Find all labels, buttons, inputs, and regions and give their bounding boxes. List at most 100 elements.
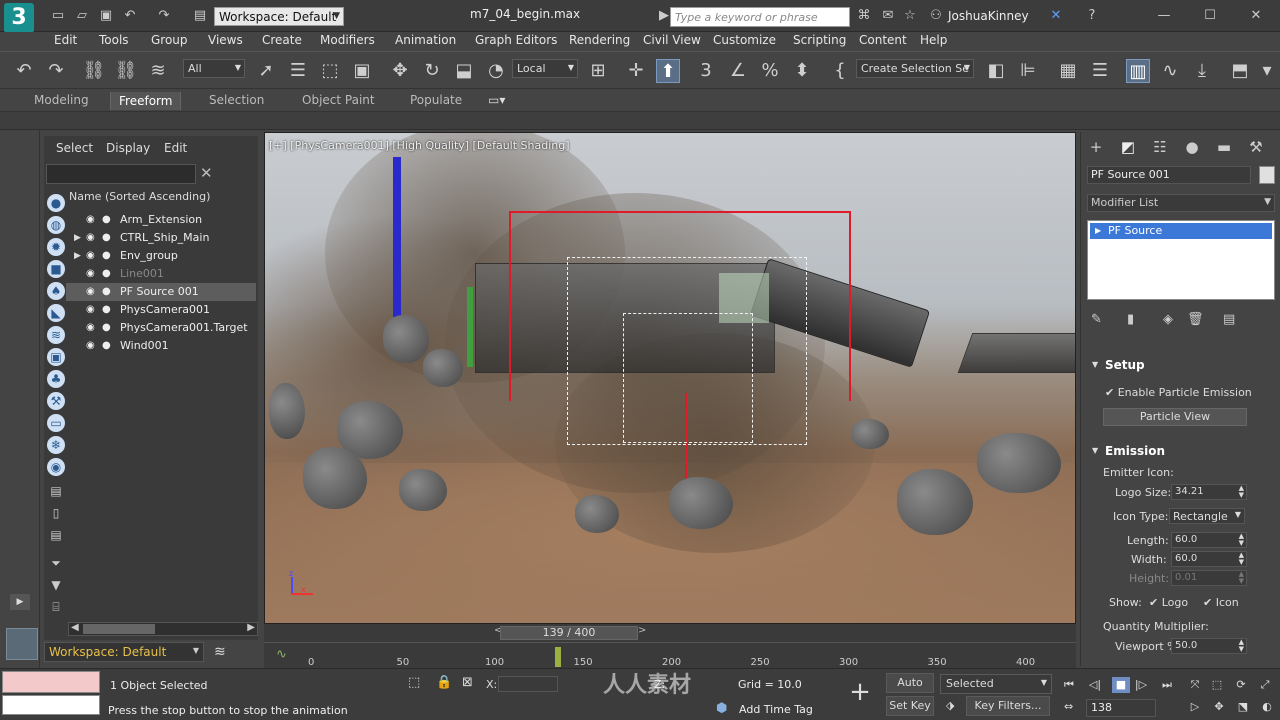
app-logo-icon[interactable]: 3	[4, 3, 34, 33]
select-object-icon[interactable]: ➚	[254, 59, 278, 83]
expand-panel-icon[interactable]: ▶	[10, 594, 30, 610]
auto-key-button[interactable]: Auto Key	[886, 673, 934, 707]
selection-lock-icon[interactable]: 🔒	[436, 675, 452, 690]
length-spinner[interactable]: 60.0 ▲ ▼	[1171, 532, 1247, 548]
explorer-tree-row[interactable]: ◉ ● PhysCamera001.Target	[66, 319, 256, 337]
object-color-swatch[interactable]	[1259, 166, 1275, 184]
menu-scripting[interactable]: Scripting	[793, 33, 846, 47]
new-file-icon[interactable]: ▭	[50, 8, 66, 24]
redo-icon[interactable]: ↷	[44, 59, 68, 83]
spinner-arrows-icon[interactable]: ▲ ▼	[1239, 639, 1244, 653]
add-time-tag[interactable]: Add Time Tag	[739, 703, 813, 716]
emission-rollout-header[interactable]: ▼ Emission	[1089, 442, 1273, 460]
place-icon[interactable]: ◔	[484, 59, 508, 83]
undo-icon[interactable]: ↶	[122, 8, 138, 24]
make-unique-icon[interactable]: ◈	[1163, 312, 1173, 327]
bind-spacewarp-icon[interactable]: ≋	[146, 59, 170, 83]
filter-lights-icon[interactable]: ✹	[47, 238, 65, 256]
visibility-eye-icon[interactable]: ◉	[86, 283, 95, 301]
tab-selection[interactable]: Selection	[209, 93, 264, 107]
menu-rendering[interactable]: Rendering	[569, 33, 630, 47]
modifier-stack[interactable]: ▶ PF Source	[1087, 220, 1275, 300]
project-folder-icon[interactable]: ▤	[192, 8, 208, 24]
next-key-icon[interactable]: |▷	[1132, 677, 1150, 693]
help-icon[interactable]: ?	[1084, 8, 1100, 24]
zoom-extents-icon[interactable]: ⤧	[1186, 677, 1204, 693]
menu-animation[interactable]: Animation	[395, 33, 456, 47]
move-icon[interactable]: ✥	[388, 59, 412, 83]
key-filters-button[interactable]: Key Filters...	[966, 696, 1050, 716]
filter-shapes-icon[interactable]: ◍	[47, 216, 65, 234]
select-manipulate-icon[interactable]: ✛	[624, 59, 648, 83]
explorer-tree-row[interactable]: ◉ ● PF Source 001	[66, 283, 256, 301]
object-name-field[interactable]: PF Source 001	[1087, 166, 1251, 184]
menu-create[interactable]: Create	[262, 33, 302, 47]
workspace-selector-bottom[interactable]: Workspace: Default ▼	[44, 642, 204, 662]
explorer-menu-edit[interactable]: Edit	[164, 141, 187, 155]
current-frame-field[interactable]: 138	[1086, 699, 1156, 717]
particle-view-button[interactable]: Particle View	[1103, 408, 1247, 426]
menu-edit[interactable]: Edit	[54, 33, 77, 47]
layers-icon[interactable]: ≋	[214, 644, 226, 660]
enable-emission-checkbox[interactable]: ✔ Enable Particle Emission	[1105, 386, 1252, 399]
maximize-icon[interactable]: ☐	[1202, 8, 1218, 24]
visibility-eye-icon[interactable]: ◉	[86, 301, 95, 319]
filter-icon[interactable]: ▼	[47, 576, 65, 594]
menu-tools[interactable]: Tools	[99, 33, 129, 47]
filter-xrefs-icon[interactable]: ▣	[47, 348, 65, 366]
explorer-tree-row[interactable]: ◉ ● Wind001	[66, 337, 256, 355]
scroll-right-icon[interactable]: ▶	[247, 622, 255, 633]
setup-rollout-header[interactable]: ▼ Setup	[1089, 356, 1273, 374]
workspace-dropdown[interactable]: Workspace: Default ▼	[214, 7, 344, 26]
set-key-button[interactable]: Set Key	[886, 696, 934, 716]
visibility-eye-icon[interactable]: ◉	[86, 319, 95, 337]
mirror-icon[interactable]: ◧	[984, 59, 1008, 83]
curve-editor-icon[interactable]: ∿	[1158, 59, 1182, 83]
modify-tab-icon[interactable]: ◩	[1117, 138, 1139, 158]
save-icon[interactable]: ▣	[98, 8, 114, 24]
tab-populate[interactable]: Populate	[410, 93, 462, 107]
previous-key-icon[interactable]: ◁|	[1086, 677, 1104, 693]
visibility-eye-icon[interactable]: ◉	[86, 337, 95, 355]
user-name[interactable]: JoshuaKinney	[948, 9, 1029, 23]
tab-object-paint[interactable]: Object Paint	[302, 93, 375, 107]
expand-arrow-icon[interactable]: ▶	[1095, 223, 1101, 239]
minimize-icon[interactable]: —	[1156, 8, 1172, 24]
viewport-label[interactable]: [+] [PhysCamera001] [High Quality] [Defa…	[269, 139, 570, 152]
icon-type-dropdown[interactable]: Rectangle ▼	[1169, 508, 1245, 524]
redo-icon[interactable]: ↷	[156, 8, 172, 24]
page-icon[interactable]: ▯	[47, 504, 65, 522]
maximize-viewport-icon[interactable]: ⤢	[1256, 677, 1274, 693]
walkthrough-icon[interactable]: ⬔	[1234, 699, 1252, 715]
filter-geometry-icon[interactable]: ●	[47, 194, 65, 212]
pan-icon[interactable]: ✥	[1210, 699, 1228, 715]
filter-groups-icon[interactable]: ≋	[47, 326, 65, 344]
modifier-list-dropdown[interactable]: Modifier List ▼	[1087, 194, 1275, 212]
clear-search-icon[interactable]: ✕	[200, 164, 213, 182]
filter-spacewarps-icon[interactable]: ◣	[47, 304, 65, 322]
explorer-tree-row[interactable]: ▶ ◉ ● CTRL_Ship_Main	[66, 229, 256, 247]
viewport-navigation-icon[interactable]: ◐	[1258, 699, 1276, 715]
show-end-result-icon[interactable]: ▮	[1127, 312, 1134, 327]
menu-customize[interactable]: Customize	[713, 33, 776, 47]
go-to-end-icon[interactable]: ⏭	[1158, 677, 1176, 693]
explorer-menu-display[interactable]: Display	[106, 141, 150, 155]
menu-views[interactable]: Views	[208, 33, 243, 47]
filter-containers-icon[interactable]: ⚒	[47, 392, 65, 410]
create-tab-icon[interactable]: +	[1085, 138, 1107, 158]
window-crossing-icon[interactable]: ▣	[350, 59, 374, 83]
spinner-arrows-icon[interactable]: ▲ ▼	[1239, 552, 1244, 566]
time-configuration-icon[interactable]: ▷	[1186, 699, 1204, 715]
filter-frozen-icon[interactable]: ▭	[47, 414, 65, 432]
explorer-tree-row[interactable]: ◉ ● PhysCamera001	[66, 301, 256, 319]
field-of-view-icon[interactable]: ⬚	[1208, 677, 1226, 693]
expand-arrow-icon[interactable]: ▶	[74, 247, 81, 265]
expand-arrow-icon[interactable]: ▶	[74, 229, 81, 247]
filter-hidden-icon[interactable]: ❄	[47, 436, 65, 454]
coord-x-field[interactable]	[498, 676, 558, 692]
undo-icon[interactable]: ↶	[12, 59, 36, 83]
filter-bones-icon[interactable]: ♣	[47, 370, 65, 388]
orbit-icon[interactable]: ⟳	[1232, 677, 1250, 693]
viewport-percent-spinner[interactable]: 50.0 ▲ ▼	[1171, 638, 1247, 654]
width-spinner[interactable]: 60.0 ▲ ▼	[1171, 551, 1247, 567]
